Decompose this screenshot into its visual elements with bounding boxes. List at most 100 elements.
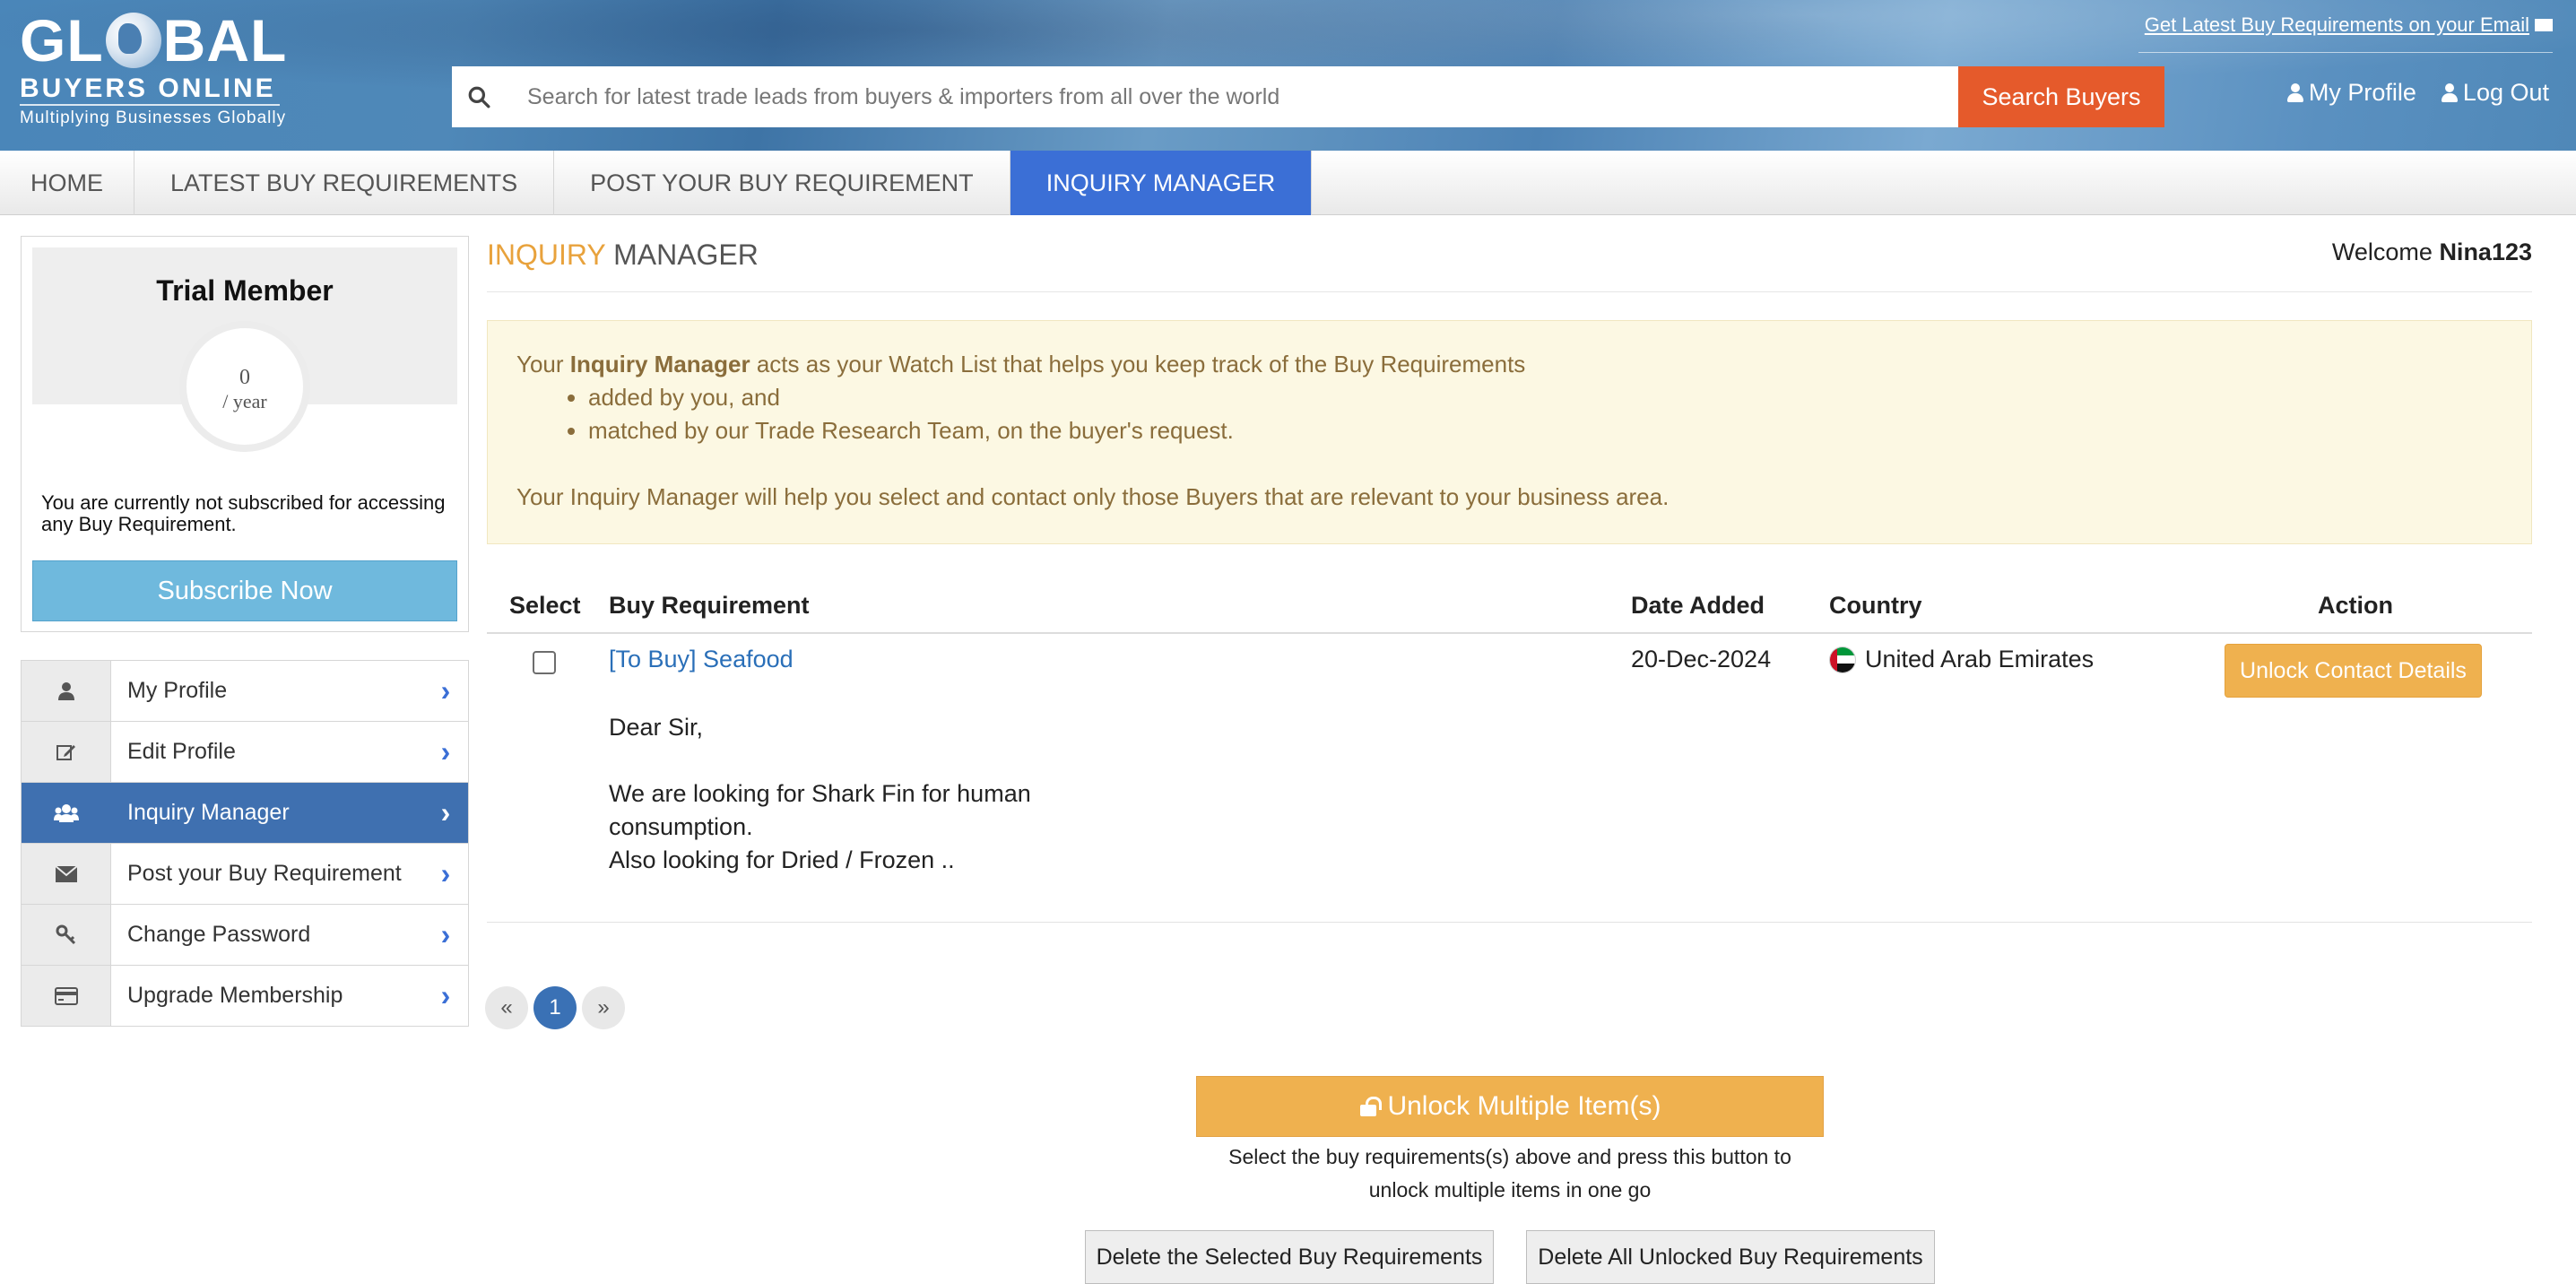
country-name: United Arab Emirates bbox=[1865, 646, 2095, 672]
user-icon bbox=[22, 661, 111, 721]
log-out-label: Log Out bbox=[2462, 79, 2549, 106]
notice-line-2: Your Inquiry Manager will help you selec… bbox=[516, 483, 1670, 510]
notice-bullet: added by you, and bbox=[588, 381, 2502, 414]
requirement-title-link[interactable]: [To Buy] Seafood bbox=[609, 646, 794, 673]
pagination: « 1 » bbox=[485, 986, 625, 1029]
logo-wordmark: GL BAL bbox=[20, 9, 316, 72]
requirement-greeting: Dear Sir, bbox=[609, 714, 704, 741]
sidebar-item-label: Inquiry Manager bbox=[127, 800, 290, 825]
plan-price-value: 0 bbox=[239, 366, 250, 389]
col-country: Country bbox=[1829, 592, 1922, 619]
nav-inquiry-manager[interactable]: INQUIRY MANAGER bbox=[1010, 151, 1313, 215]
nav-latest-buy-requirements[interactable]: LATEST BUY REQUIREMENTS bbox=[134, 151, 555, 215]
plan-price-unit: / year bbox=[222, 390, 267, 412]
welcome-prefix: Welcome bbox=[2331, 239, 2433, 265]
key-icon bbox=[22, 905, 111, 965]
page-title: INQUIRY MANAGER bbox=[487, 239, 759, 272]
plan-title: Trial Member bbox=[156, 274, 334, 307]
requirement-body-line: Also looking for Dried / Frozen .. bbox=[609, 846, 955, 873]
logo-text-start: GL bbox=[20, 7, 104, 74]
chevron-right-icon: › bbox=[440, 674, 451, 707]
unlock-icon bbox=[1358, 1097, 1383, 1116]
membership-card: Trial Member 0 / year You are currently … bbox=[21, 236, 469, 632]
row-divider bbox=[487, 922, 2532, 923]
plan-price: 0 / year bbox=[179, 321, 310, 452]
search-icon bbox=[452, 66, 506, 127]
date-added: 20-Dec-2024 bbox=[1631, 646, 1772, 672]
notice-bullet: matched by our Trade Research Team, on t… bbox=[588, 414, 2502, 447]
sidebar-item-edit-profile[interactable]: Edit Profile › bbox=[22, 722, 468, 783]
uae-flag-icon bbox=[1829, 646, 1856, 673]
pagination-prev[interactable]: « bbox=[485, 986, 528, 1029]
logo-tagline: Multiplying Businesses Globally bbox=[20, 108, 287, 127]
envelope-icon bbox=[22, 844, 111, 904]
unlock-multiple-label: Unlock Multiple Item(s) bbox=[1387, 1091, 1661, 1121]
table-header: Select Buy Requirement Date Added Countr… bbox=[487, 585, 2532, 634]
col-buy-requirement: Buy Requirement bbox=[609, 592, 810, 619]
log-out-link[interactable]: Log Out bbox=[2441, 79, 2549, 107]
search-buyers-button[interactable]: Search Buyers bbox=[1958, 66, 2164, 127]
sidebar-item-upgrade-membership[interactable]: Upgrade Membership › bbox=[22, 966, 468, 1027]
username: Nina123 bbox=[2439, 239, 2532, 265]
chevron-right-icon: › bbox=[440, 979, 451, 1011]
unlock-multiple-button[interactable]: Unlock Multiple Item(s) bbox=[1196, 1076, 1824, 1137]
sidebar-item-post-buy-requirement[interactable]: Post your Buy Requirement › bbox=[22, 844, 468, 905]
notice-bold: Inquiry Manager bbox=[569, 351, 750, 377]
search-bar bbox=[452, 66, 1958, 127]
users-icon bbox=[22, 783, 111, 843]
notice-prefix: Your bbox=[516, 351, 564, 377]
chevron-right-icon: › bbox=[440, 918, 451, 950]
sidebar-item-label: My Profile bbox=[127, 678, 228, 703]
country-cell: United Arab Emirates bbox=[1829, 646, 2094, 673]
sidebar-item-change-password[interactable]: Change Password › bbox=[22, 905, 468, 966]
main-nav: HOME LATEST BUY REQUIREMENTS POST YOUR B… bbox=[0, 151, 2576, 215]
pagination-next[interactable]: » bbox=[582, 986, 625, 1029]
col-date-added: Date Added bbox=[1631, 592, 1765, 619]
sidebar-item-my-profile[interactable]: My Profile › bbox=[22, 661, 468, 722]
sidebar-item-label: Edit Profile bbox=[127, 739, 236, 764]
edit-icon bbox=[22, 722, 111, 782]
email-alert-label: Get Latest Buy Requirements on your Emai… bbox=[2144, 13, 2529, 36]
pagination-page[interactable]: 1 bbox=[533, 986, 577, 1029]
credit-card-icon bbox=[22, 966, 111, 1026]
unlock-contact-details-button[interactable]: Unlock Contact Details bbox=[2225, 644, 2482, 698]
requirement-description: Dear Sir, We are looking for Shark Fin f… bbox=[609, 711, 1075, 877]
nav-home[interactable]: HOME bbox=[0, 151, 134, 215]
user-icon bbox=[2286, 82, 2303, 103]
notice-line-1: Your Inquiry Manager acts as your Watch … bbox=[516, 348, 2502, 381]
nav-post-buy-requirement[interactable]: POST YOUR BUY REQUIREMENT bbox=[554, 151, 1010, 215]
page-title-rest: MANAGER bbox=[613, 239, 759, 271]
user-icon bbox=[2441, 82, 2458, 103]
site-logo[interactable]: GL BAL BUYERS ONLINE Multiplying Busines… bbox=[20, 9, 316, 139]
page-title-highlight: INQUIRY bbox=[487, 239, 606, 271]
col-action: Action bbox=[2318, 592, 2393, 619]
notice-suffix: acts as your Watch List that helps you k… bbox=[756, 351, 1526, 377]
sidebar-item-label: Change Password bbox=[127, 922, 311, 947]
globe-icon bbox=[105, 13, 161, 68]
logo-subtitle: BUYERS ONLINE bbox=[20, 74, 280, 106]
sidebar-item-label: Upgrade Membership bbox=[127, 983, 343, 1008]
sidebar-item-inquiry-manager[interactable]: Inquiry Manager › bbox=[22, 783, 468, 844]
welcome-message: Welcome Nina123 bbox=[2332, 239, 2532, 266]
title-divider bbox=[487, 291, 2532, 292]
header-divider bbox=[2138, 52, 2553, 53]
unlock-multiple-help: Select the buy requirements(s) above and… bbox=[1228, 1145, 1791, 1202]
delete-unlocked-button[interactable]: Delete All Unlocked Buy Requirements bbox=[1526, 1230, 1935, 1284]
envelope-icon bbox=[2535, 19, 2553, 31]
sidebar-item-label: Post your Buy Requirement bbox=[127, 861, 402, 886]
sidebar-menu: My Profile › Edit Profile › Inquiry Mana… bbox=[21, 660, 469, 1027]
email-alert-link[interactable]: Get Latest Buy Requirements on your Emai… bbox=[2145, 13, 2553, 37]
chevron-right-icon: › bbox=[440, 857, 451, 889]
subscribe-now-button[interactable]: Subscribe Now bbox=[32, 560, 457, 621]
row-select-checkbox[interactable] bbox=[533, 651, 556, 674]
subscription-message: You are currently not subscribed for acc… bbox=[41, 491, 446, 535]
delete-selected-button[interactable]: Delete the Selected Buy Requirements bbox=[1085, 1230, 1494, 1284]
requirement-body-line: We are looking for Shark Fin for human c… bbox=[609, 780, 1031, 840]
chevron-right-icon: › bbox=[440, 735, 451, 768]
notice-list: added by you, and matched by our Trade R… bbox=[588, 381, 2502, 447]
search-input[interactable] bbox=[506, 70, 1958, 124]
col-select: Select bbox=[509, 592, 581, 619]
logo-text-end: BAL bbox=[162, 7, 288, 74]
account-links: My Profile Log Out bbox=[2286, 79, 2549, 107]
my-profile-link[interactable]: My Profile bbox=[2286, 79, 2416, 107]
